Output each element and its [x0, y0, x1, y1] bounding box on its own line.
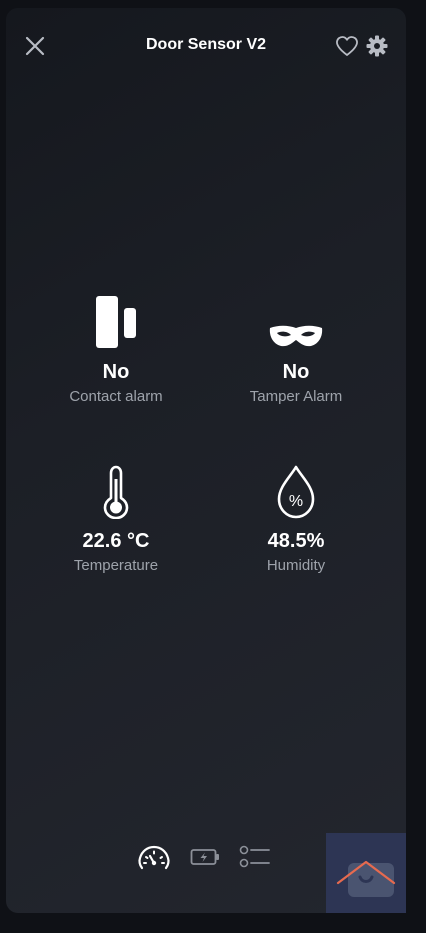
temperature-value: 22.6 °C — [82, 530, 150, 552]
gear-icon — [366, 35, 388, 57]
nav-battery-button[interactable] — [190, 848, 220, 871]
list-icon — [239, 845, 270, 868]
humidity-value: 48.5% — [267, 530, 325, 552]
nav-list-button[interactable] — [239, 844, 271, 875]
temperature-tile[interactable]: 22.6 °C Temperature — [26, 463, 206, 575]
humidity-drop-icon: % — [277, 465, 315, 519]
door-contact-icon — [96, 296, 136, 348]
tamper-alarm-value: No — [282, 361, 310, 383]
tamper-alarm-label: Tamper Alarm — [249, 388, 343, 405]
app-logo-thumbnail — [326, 833, 406, 913]
settings-button[interactable] — [366, 35, 388, 57]
home-logo-icon — [326, 833, 406, 913]
device-panel: Door Sensor V2 No Contact alarm No Tampe… — [6, 8, 406, 913]
nav-dashboard-button[interactable] — [138, 844, 170, 877]
heart-icon — [336, 36, 358, 56]
svg-text:%: % — [289, 493, 303, 510]
contact-alarm-label: Contact alarm — [69, 388, 163, 405]
thermometer-icon — [103, 465, 129, 519]
speedometer-icon — [138, 845, 170, 870]
panel-header: Door Sensor V2 — [6, 8, 406, 84]
tamper-alarm-tile[interactable]: No Tamper Alarm — [206, 290, 386, 406]
favorite-button[interactable] — [335, 35, 359, 57]
contact-alarm-value: No — [102, 361, 130, 383]
contact-alarm-tile[interactable]: No Contact alarm — [26, 290, 206, 406]
humidity-label: Humidity — [266, 557, 326, 574]
battery-icon — [190, 849, 219, 865]
temperature-label: Temperature — [73, 557, 159, 574]
humidity-tile[interactable]: % 48.5% Humidity — [206, 463, 386, 575]
mask-icon — [269, 325, 323, 347]
